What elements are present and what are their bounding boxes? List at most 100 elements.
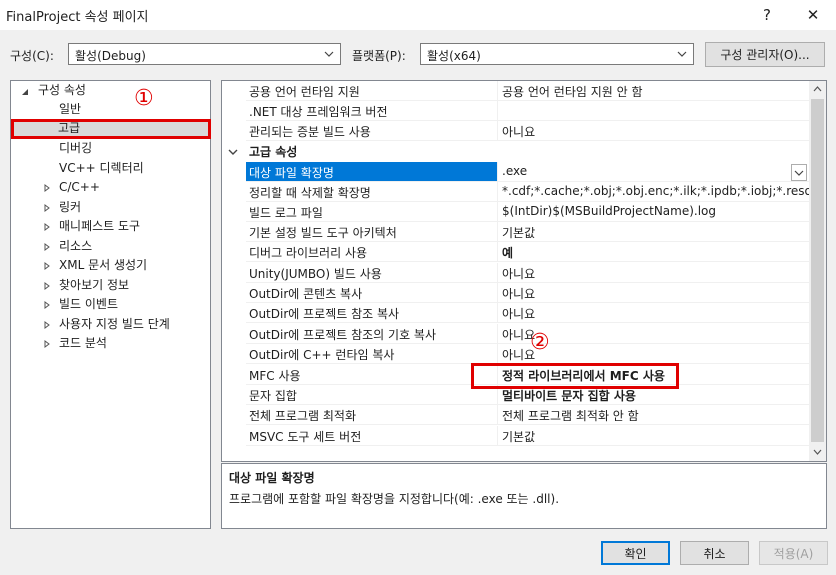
ok-button[interactable]: 확인 <box>601 541 670 565</box>
tree-item-browse-info[interactable]: 찾아보기 정보 <box>59 276 129 295</box>
vertical-scrollbar[interactable] <box>809 81 826 461</box>
property-row[interactable]: OutDir에 프로젝트 참조 복사 아니요 <box>246 303 810 323</box>
help-button[interactable]: ? <box>744 0 790 30</box>
property-name: OutDir에 프로젝트 참조의 기호 복사 <box>249 328 437 342</box>
tree-item-debugging[interactable]: 디버깅 <box>59 139 92 158</box>
annotation-box-1 <box>11 119 211 139</box>
description-panel: 대상 파일 확장명 프로그램에 포함할 파일 확장명을 지정합니다(예: .ex… <box>221 463 827 529</box>
tree-item-manifest-tool[interactable]: 매니페스트 도구 <box>59 217 140 236</box>
property-name: MFC 사용 <box>249 369 301 383</box>
property-row[interactable]: OutDir에 프로젝트 참조의 기호 복사 아니요 <box>246 324 810 344</box>
config-select[interactable]: 활성(Debug) <box>68 43 341 65</box>
property-name: 기본 설정 빌드 도구 아키텍처 <box>249 226 397 240</box>
collapsed-arrow-icon[interactable] <box>43 340 51 348</box>
tree-item-xml-doc-generator[interactable]: XML 문서 생성기 <box>59 256 147 275</box>
tree-item-vc-directories[interactable]: VC++ 디렉터리 <box>59 159 144 178</box>
property-value: *.cdf;*.cache;*.obj;*.obj.enc;*.ilk;*.ip… <box>502 184 810 198</box>
cancel-button[interactable]: 취소 <box>680 541 749 565</box>
scrollbar-thumb[interactable] <box>811 99 824 442</box>
property-value: 공용 언어 런타임 지원 안 함 <box>502 85 643 99</box>
tree-item-code-analysis[interactable]: 코드 분석 <box>59 334 107 353</box>
config-label: 구성(C): <box>10 49 54 63</box>
property-name: 관리되는 증분 빌드 사용 <box>249 125 371 139</box>
platform-label: 플랫폼(P): <box>352 49 406 63</box>
description-title: 대상 파일 확장명 <box>229 471 315 485</box>
property-grid: 공용 언어 런타임 지원 공용 언어 런타임 지원 안 함 .NET 대상 프레임… <box>221 80 827 462</box>
property-row[interactable]: 관리되는 증분 빌드 사용 아니요 <box>246 121 810 141</box>
property-name: 문자 집합 <box>249 389 297 403</box>
tree-item-build-events[interactable]: 빌드 이벤트 <box>59 295 118 314</box>
property-row[interactable]: 기본 설정 빌드 도구 아키텍처 기본값 <box>246 222 810 242</box>
property-name: OutDir에 프로젝트 참조 복사 <box>249 307 400 321</box>
annotation-marker-2: ② <box>530 330 550 355</box>
value-dropdown-button[interactable] <box>791 164 807 181</box>
tree-item-resources[interactable]: 리소스 <box>59 237 92 256</box>
property-row[interactable]: Unity(JUMBO) 빌드 사용 아니요 <box>246 263 810 283</box>
chevron-down-icon <box>324 51 334 57</box>
property-value: 아니요 <box>502 267 536 281</box>
scroll-down-icon[interactable] <box>813 449 822 456</box>
window-title: FinalProject 속성 페이지 <box>6 10 149 25</box>
property-row[interactable]: OutDir에 C++ 런타임 복사 아니요 <box>246 344 810 364</box>
property-row[interactable]: 정리할 때 삭제할 확장명 *.cdf;*.cache;*.obj;*.obj.e… <box>246 182 810 202</box>
property-value: 아니요 <box>502 287 536 301</box>
property-row[interactable]: 전체 프로그램 최적화 전체 프로그램 최적화 안 함 <box>246 405 810 425</box>
collapsed-arrow-icon[interactable] <box>43 321 51 329</box>
property-name: 공용 언어 런타임 지원 <box>249 85 360 99</box>
property-value: $(IntDir)$(MSBuildProjectName).log <box>502 204 717 218</box>
property-value: 기본값 <box>502 430 536 444</box>
scroll-up-icon[interactable] <box>813 85 822 92</box>
property-name: 빌드 로그 파일 <box>249 206 323 220</box>
tree-item-general[interactable]: 일반 <box>59 100 81 119</box>
property-value: 멀티바이트 문자 집합 사용 <box>502 389 636 403</box>
chevron-down-icon <box>794 170 804 176</box>
property-value: 전체 프로그램 최적화 안 함 <box>502 409 639 423</box>
property-value: 아니요 <box>502 125 536 139</box>
annotation-box-2 <box>471 363 679 389</box>
section-header: 고급 속성 <box>249 145 298 159</box>
property-value: 기본값 <box>502 226 536 240</box>
platform-select[interactable]: 활성(x64) <box>420 43 694 65</box>
collapsed-arrow-icon[interactable] <box>43 223 51 231</box>
platform-value: 활성(x64) <box>427 49 481 63</box>
property-name: .NET 대상 프레임워크 버전 <box>249 105 388 119</box>
property-name: OutDir에 콘텐츠 복사 <box>249 287 363 301</box>
property-name: OutDir에 C++ 런타임 복사 <box>249 348 395 362</box>
property-name: 정리할 때 삭제할 확장명 <box>249 186 371 200</box>
chevron-down-icon <box>677 51 687 57</box>
config-manager-button[interactable]: 구성 관리자(O)... <box>705 42 825 67</box>
property-name: MSVC 도구 세트 버전 <box>249 430 362 444</box>
property-value: 예 <box>502 246 514 260</box>
apply-button[interactable]: 적용(A) <box>759 541 828 565</box>
tree-item-root[interactable]: 구성 속성 <box>38 81 86 100</box>
collapsed-arrow-icon[interactable] <box>43 204 51 212</box>
collapsed-arrow-icon[interactable] <box>43 184 51 192</box>
collapsed-arrow-icon[interactable] <box>43 301 51 309</box>
property-tree: 구성 속성 일반 고급 디버깅 VC++ 디렉터리 C/C++ 링커 매니페스트… <box>10 80 211 529</box>
tree-item-linker[interactable]: 링커 <box>59 198 81 217</box>
tree-item-custom-build-step[interactable]: 사용자 지정 빌드 단계 <box>59 315 170 334</box>
property-name: 전체 프로그램 최적화 <box>249 409 356 423</box>
property-row[interactable]: 디버그 라이브러리 사용 예 <box>246 242 810 262</box>
collapsed-arrow-icon[interactable] <box>43 262 51 270</box>
config-value: 활성(Debug) <box>75 49 146 63</box>
property-row-selected[interactable]: 대상 파일 확장명 .exe <box>246 162 810 182</box>
property-row[interactable]: 빌드 로그 파일 $(IntDir)$(MSBuildProjectName).l… <box>246 202 810 222</box>
property-row[interactable]: OutDir에 콘텐츠 복사 아니요 <box>246 283 810 303</box>
property-name: Unity(JUMBO) 빌드 사용 <box>249 267 382 281</box>
property-value: 아니요 <box>502 307 536 321</box>
property-row[interactable]: MSVC 도구 세트 버전 기본값 <box>246 426 810 446</box>
close-button[interactable]: ✕ <box>790 0 836 30</box>
property-row[interactable]: .NET 대상 프레임워크 버전 <box>246 101 810 121</box>
property-name: 디버그 라이브러리 사용 <box>249 246 368 260</box>
description-text: 프로그램에 포함할 파일 확장명을 지정합니다(예: .exe 또는 .dll)… <box>229 492 560 506</box>
annotation-marker-1: ① <box>134 86 154 111</box>
property-value[interactable]: .exe <box>502 164 810 178</box>
collapsed-arrow-icon[interactable] <box>43 282 51 290</box>
collapse-section-icon[interactable] <box>228 147 238 157</box>
property-row[interactable]: 공용 언어 런타임 지원 공용 언어 런타임 지원 안 함 <box>246 81 810 101</box>
collapsed-arrow-icon[interactable] <box>43 243 51 251</box>
property-name: 대상 파일 확장명 <box>249 166 334 180</box>
tree-item-cpp[interactable]: C/C++ <box>59 178 100 197</box>
expanded-arrow-icon[interactable] <box>21 88 29 96</box>
